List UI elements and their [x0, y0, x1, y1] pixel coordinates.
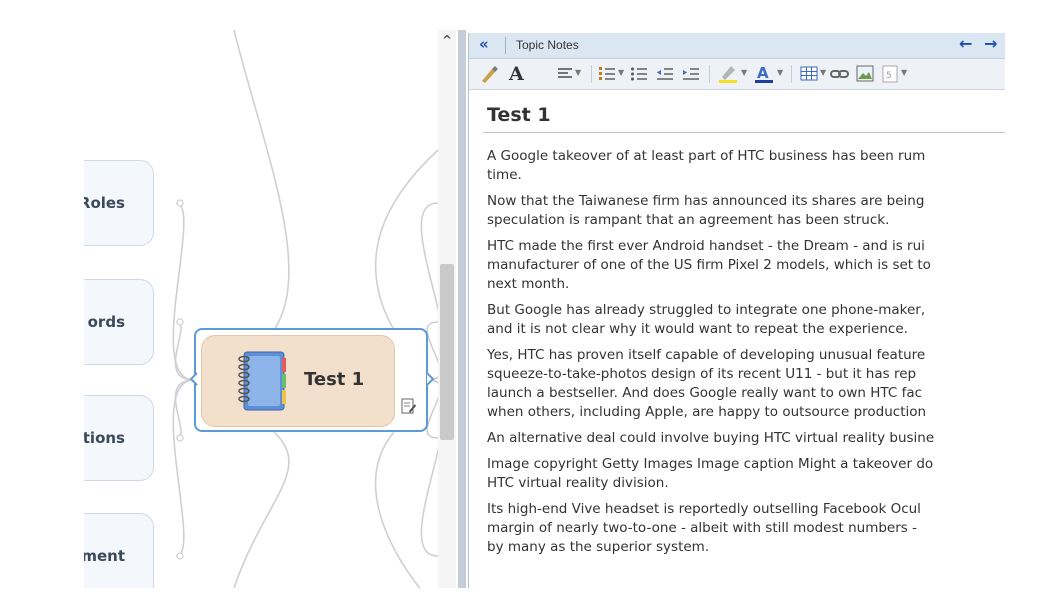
toolbar-separator	[791, 65, 792, 83]
note-paragraph: An alternative deal could involve buying…	[487, 429, 1005, 448]
topic-notes-panel: « Topic Notes ← → A ▼ ▼ ▼ A ▼ ▼ 5 ▼ Test…	[468, 33, 1005, 588]
align-dropdown-icon[interactable]: ▼	[575, 68, 581, 77]
font-icon[interactable]: A	[509, 63, 524, 85]
svg-text:A: A	[757, 64, 769, 82]
format-painter-icon[interactable]	[479, 63, 499, 85]
back-arrow-icon[interactable]: ←	[959, 34, 972, 53]
decrease-indent-icon[interactable]	[655, 63, 675, 85]
topic-ment[interactable]: ment	[84, 513, 154, 588]
note-paragraph: A Google takeover of at least part of HT…	[487, 147, 1005, 185]
list-dropdown-icon[interactable]: ▼	[618, 68, 624, 77]
table-dropdown-icon[interactable]: ▼	[820, 68, 826, 77]
central-topic-label: Test 1	[304, 369, 365, 390]
align-left-icon[interactable]	[555, 63, 575, 85]
scroll-up-arrow-icon[interactable]: ^	[438, 30, 456, 48]
note-title[interactable]: Test 1	[487, 104, 551, 126]
topic-roles[interactable]: Roles	[84, 160, 154, 246]
note-line: margin of nearly two-to-one - albeit wit…	[487, 520, 917, 536]
numbered-list-icon[interactable]	[597, 63, 617, 85]
scroll-thumb[interactable]	[440, 264, 454, 440]
panel-header: « Topic Notes ← →	[469, 33, 1005, 59]
note-paragraph: Its high-end Vive headset is reportedly …	[487, 500, 1005, 557]
note-line: and it is not clear why it would want to…	[487, 321, 908, 337]
note-line: speculation is rampant that an agreement…	[487, 212, 890, 228]
note-line: time.	[487, 167, 522, 183]
note-paragraph: Yes, HTC has proven itself capable of de…	[487, 346, 1005, 422]
collapse-panel-icon[interactable]: «	[479, 35, 489, 53]
vertical-scrollbar[interactable]: ^	[438, 30, 456, 588]
note-line: Now that the Taiwanese firm has announce…	[487, 193, 925, 209]
mindmap-canvas[interactable]: Roles ords tions ment Test 1	[84, 30, 438, 588]
note-line: launch a bestseller. And does Google rea…	[487, 385, 923, 401]
note-line: Yes, HTC has proven itself capable of de…	[487, 347, 926, 363]
formatting-toolbar: A ▼ ▼ ▼ A ▼ ▼ 5 ▼	[469, 59, 1005, 90]
highlight-dropdown-icon[interactable]: ▼	[741, 68, 747, 77]
note-line: An alternative deal could involve buying…	[487, 430, 935, 446]
image-icon[interactable]	[855, 63, 875, 85]
note-line: HTC made the first ever Android handset …	[487, 238, 925, 254]
note-attached-icon[interactable]	[401, 398, 417, 416]
more-options-icon[interactable]: 5	[881, 63, 901, 85]
note-paragraph: HTC made the first ever Android handset …	[487, 237, 1005, 294]
toolbar-separator	[709, 65, 710, 83]
panel-splitter[interactable]	[458, 30, 466, 588]
note-line: Its high-end Vive headset is reportedly …	[487, 501, 921, 517]
topic-label: tions	[84, 429, 125, 447]
panel-title: Topic Notes	[516, 38, 579, 52]
link-icon[interactable]	[829, 63, 851, 85]
increase-indent-icon[interactable]	[681, 63, 701, 85]
notebook-icon	[238, 351, 286, 411]
note-line: squeeze-to-take-photos design of its rec…	[487, 366, 917, 382]
bullet-list-icon[interactable]	[629, 63, 649, 85]
note-line: manufacturer of one of the US firm Pixel…	[487, 257, 931, 273]
title-divider	[483, 132, 1005, 133]
topic-tions[interactable]: tions	[84, 395, 154, 481]
table-icon[interactable]	[799, 63, 819, 85]
central-topic[interactable]: Test 1	[201, 335, 395, 427]
note-line: next month.	[487, 276, 570, 292]
forward-arrow-icon[interactable]: →	[984, 34, 997, 53]
note-line: by many as the superior system.	[487, 539, 710, 555]
note-line: But Google has already struggled to inte…	[487, 302, 926, 318]
note-line: A Google takeover of at least part of HT…	[487, 148, 926, 164]
more-dropdown-icon[interactable]: ▼	[901, 68, 907, 77]
header-divider	[505, 37, 506, 54]
note-paragraph: But Google has already struggled to inte…	[487, 301, 1005, 339]
note-paragraph: Image copyright Getty Images Image capti…	[487, 455, 1005, 493]
central-topic-selection[interactable]: Test 1	[189, 328, 435, 432]
svg-text:5: 5	[886, 71, 892, 81]
font-color-icon[interactable]: A	[753, 63, 775, 85]
topic-label: ment	[84, 547, 125, 565]
note-line: HTC virtual reality division.	[487, 475, 669, 491]
collapse-left-handle[interactable]	[189, 372, 199, 386]
note-line: when others, including Apple, are happy …	[487, 404, 927, 420]
topic-label: ords	[87, 313, 125, 331]
collapse-right-handle[interactable]	[425, 372, 435, 386]
topic-words[interactable]: ords	[84, 279, 154, 365]
note-line: Image copyright Getty Images Image capti…	[487, 456, 934, 472]
font-color-dropdown-icon[interactable]: ▼	[777, 68, 783, 77]
toolbar-separator	[591, 65, 592, 83]
note-body[interactable]: A Google takeover of at least part of HT…	[487, 147, 1005, 564]
highlight-icon[interactable]	[717, 63, 739, 85]
note-paragraph: Now that the Taiwanese firm has announce…	[487, 192, 1005, 230]
topic-label: Roles	[84, 194, 125, 212]
